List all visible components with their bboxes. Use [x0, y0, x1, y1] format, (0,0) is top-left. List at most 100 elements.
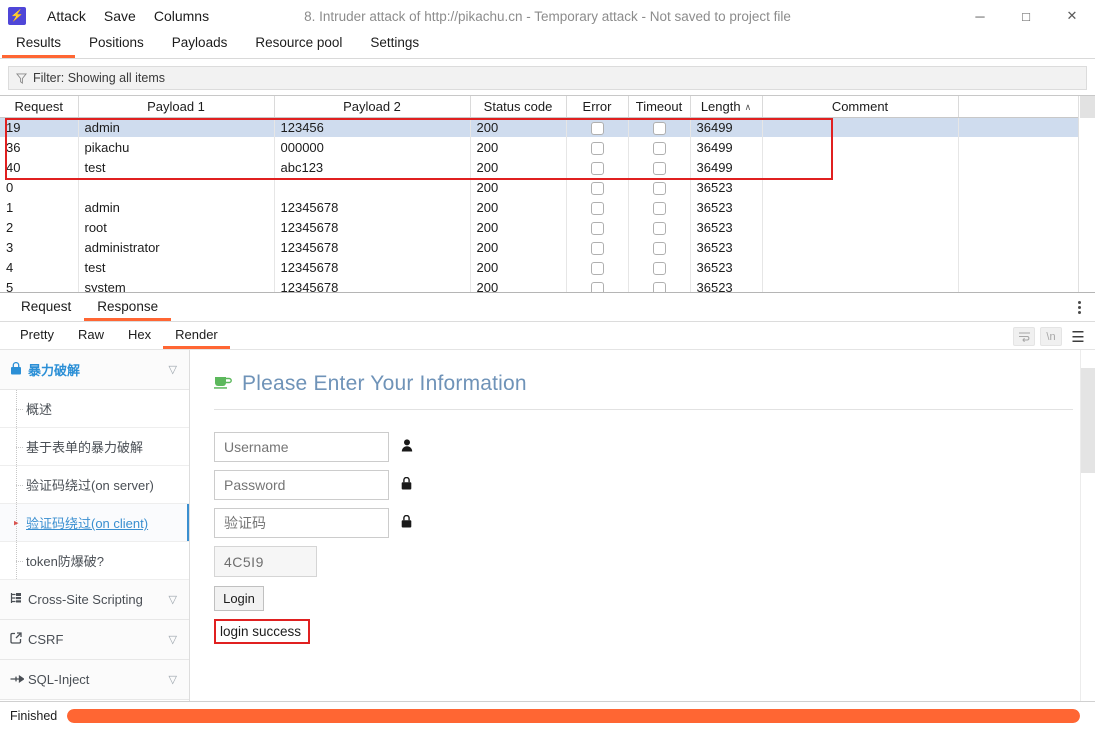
table-row[interactable]: 4test1234567820036523	[0, 257, 1080, 277]
hamburger-menu-icon[interactable]: ☰	[1067, 327, 1089, 346]
timeout-checkbox[interactable]	[653, 182, 666, 195]
maximize-button[interactable]: □	[1003, 0, 1049, 32]
column-header-status-code[interactable]: Status code	[470, 96, 566, 117]
menu-attack[interactable]: Attack	[38, 4, 95, 28]
tab-pretty[interactable]: Pretty	[8, 324, 66, 349]
error-checkbox[interactable]	[591, 242, 604, 255]
timeout-checkbox[interactable]	[653, 202, 666, 215]
error-checkbox[interactable]	[591, 202, 604, 215]
tab-raw[interactable]: Raw	[66, 324, 116, 349]
table-header-row: Request Payload 1 Payload 2 Status code …	[0, 96, 1080, 117]
cell-error[interactable]	[566, 177, 628, 197]
view-tab-bar: Pretty Raw Hex Render \n ☰	[0, 322, 1095, 350]
timeout-checkbox[interactable]	[653, 222, 666, 235]
captcha-input[interactable]	[214, 508, 389, 538]
tab-hex[interactable]: Hex	[116, 324, 163, 349]
results-scrollbar-thumb[interactable]	[1080, 96, 1095, 118]
tab-response[interactable]: Response	[84, 295, 171, 321]
newline-icon[interactable]: \n	[1040, 327, 1062, 346]
timeout-checkbox[interactable]	[653, 122, 666, 135]
password-input[interactable]	[214, 470, 389, 500]
sidebar-item-captcha-client[interactable]: ▸ 验证码绕过(on client)	[0, 504, 189, 542]
table-row[interactable]: 1admin1234567820036523	[0, 197, 1080, 217]
table-row[interactable]: 36pikachu00000020036499	[0, 137, 1080, 157]
username-input[interactable]	[214, 432, 389, 462]
cell-timeout[interactable]	[628, 157, 690, 177]
tab-resource-pool[interactable]: Resource pool	[241, 32, 356, 58]
tab-results[interactable]: Results	[2, 32, 75, 58]
error-checkbox[interactable]	[591, 282, 604, 293]
column-header-comment[interactable]: Comment	[762, 96, 958, 117]
cell-request: 0	[0, 177, 78, 197]
table-row[interactable]: 020036523	[0, 177, 1080, 197]
cell-timeout[interactable]	[628, 137, 690, 157]
error-checkbox[interactable]	[591, 222, 604, 235]
cell-status-code: 200	[470, 237, 566, 257]
cell-timeout[interactable]	[628, 237, 690, 257]
sidebar-item-token-anti-brute[interactable]: token防爆破?	[0, 542, 189, 580]
cell-error[interactable]	[566, 117, 628, 137]
tab-request[interactable]: Request	[8, 295, 84, 321]
cell-error[interactable]	[566, 157, 628, 177]
sidebar-item-captcha-server[interactable]: 验证码绕过(on server)	[0, 466, 189, 504]
more-options-icon[interactable]	[1072, 299, 1086, 316]
table-row[interactable]: 40testabc12320036499	[0, 157, 1080, 177]
cell-error[interactable]	[566, 197, 628, 217]
tab-positions[interactable]: Positions	[75, 32, 158, 58]
nav-group-brute-force[interactable]: 暴力破解 ▽	[0, 350, 189, 390]
timeout-checkbox[interactable]	[653, 242, 666, 255]
column-header-length[interactable]: Length∧	[690, 96, 762, 117]
error-checkbox[interactable]	[591, 142, 604, 155]
cell-timeout[interactable]	[628, 117, 690, 137]
column-header-request[interactable]: Request	[0, 96, 78, 117]
tab-render[interactable]: Render	[163, 324, 230, 349]
error-checkbox[interactable]	[591, 122, 604, 135]
cell-error[interactable]	[566, 137, 628, 157]
cell-timeout[interactable]	[628, 257, 690, 277]
cell-timeout[interactable]	[628, 217, 690, 237]
table-row[interactable]: 19admin12345620036499	[0, 117, 1080, 137]
cell-payload1: root	[78, 217, 274, 237]
timeout-checkbox[interactable]	[653, 142, 666, 155]
error-checkbox[interactable]	[591, 182, 604, 195]
cell-error[interactable]	[566, 237, 628, 257]
nav-group-xss[interactable]: Cross-Site Scripting ▽	[0, 580, 189, 620]
table-row[interactable]: 2root1234567820036523	[0, 217, 1080, 237]
column-header-error[interactable]: Error	[566, 96, 628, 117]
filter-bar[interactable]: Filter: Showing all items	[8, 66, 1087, 90]
menu-columns[interactable]: Columns	[145, 4, 218, 28]
nav-group-csrf[interactable]: CSRF ▽	[0, 620, 189, 660]
cell-timeout[interactable]	[628, 277, 690, 293]
minimize-button[interactable]: ─	[957, 0, 1003, 32]
sidebar-item-form-brute-force[interactable]: 基于表单的暴力破解	[0, 428, 189, 466]
menu-save[interactable]: Save	[95, 4, 145, 28]
nav-group-sql-inject[interactable]: SQL-Inject ▽	[0, 660, 189, 700]
cell-error[interactable]	[566, 277, 628, 293]
tab-payloads[interactable]: Payloads	[158, 32, 242, 58]
timeout-checkbox[interactable]	[653, 162, 666, 175]
close-button[interactable]: ✕	[1049, 0, 1095, 32]
nav-group-label: CSRF	[28, 632, 169, 647]
word-wrap-icon[interactable]	[1013, 327, 1035, 346]
cell-error[interactable]	[566, 257, 628, 277]
cell-timeout[interactable]	[628, 177, 690, 197]
cell-timeout[interactable]	[628, 197, 690, 217]
login-button[interactable]: Login	[214, 586, 264, 611]
timeout-checkbox[interactable]	[653, 262, 666, 275]
cell-request: 2	[0, 217, 78, 237]
results-scrollbar[interactable]	[1078, 96, 1095, 292]
table-row[interactable]: 5system1234567820036523	[0, 277, 1080, 293]
timeout-checkbox[interactable]	[653, 282, 666, 293]
column-header-timeout[interactable]: Timeout	[628, 96, 690, 117]
tab-settings[interactable]: Settings	[356, 32, 433, 58]
column-header-payload2[interactable]: Payload 2	[274, 96, 470, 117]
error-checkbox[interactable]	[591, 262, 604, 275]
render-scrollbar[interactable]	[1080, 350, 1095, 701]
sidebar-item-overview[interactable]: 概述	[0, 390, 189, 428]
table-row[interactable]: 3administrator1234567820036523	[0, 237, 1080, 257]
error-checkbox[interactable]	[591, 162, 604, 175]
cell-status-code: 200	[470, 137, 566, 157]
cell-error[interactable]	[566, 217, 628, 237]
column-header-payload1[interactable]: Payload 1	[78, 96, 274, 117]
render-scrollbar-thumb[interactable]	[1081, 368, 1095, 473]
